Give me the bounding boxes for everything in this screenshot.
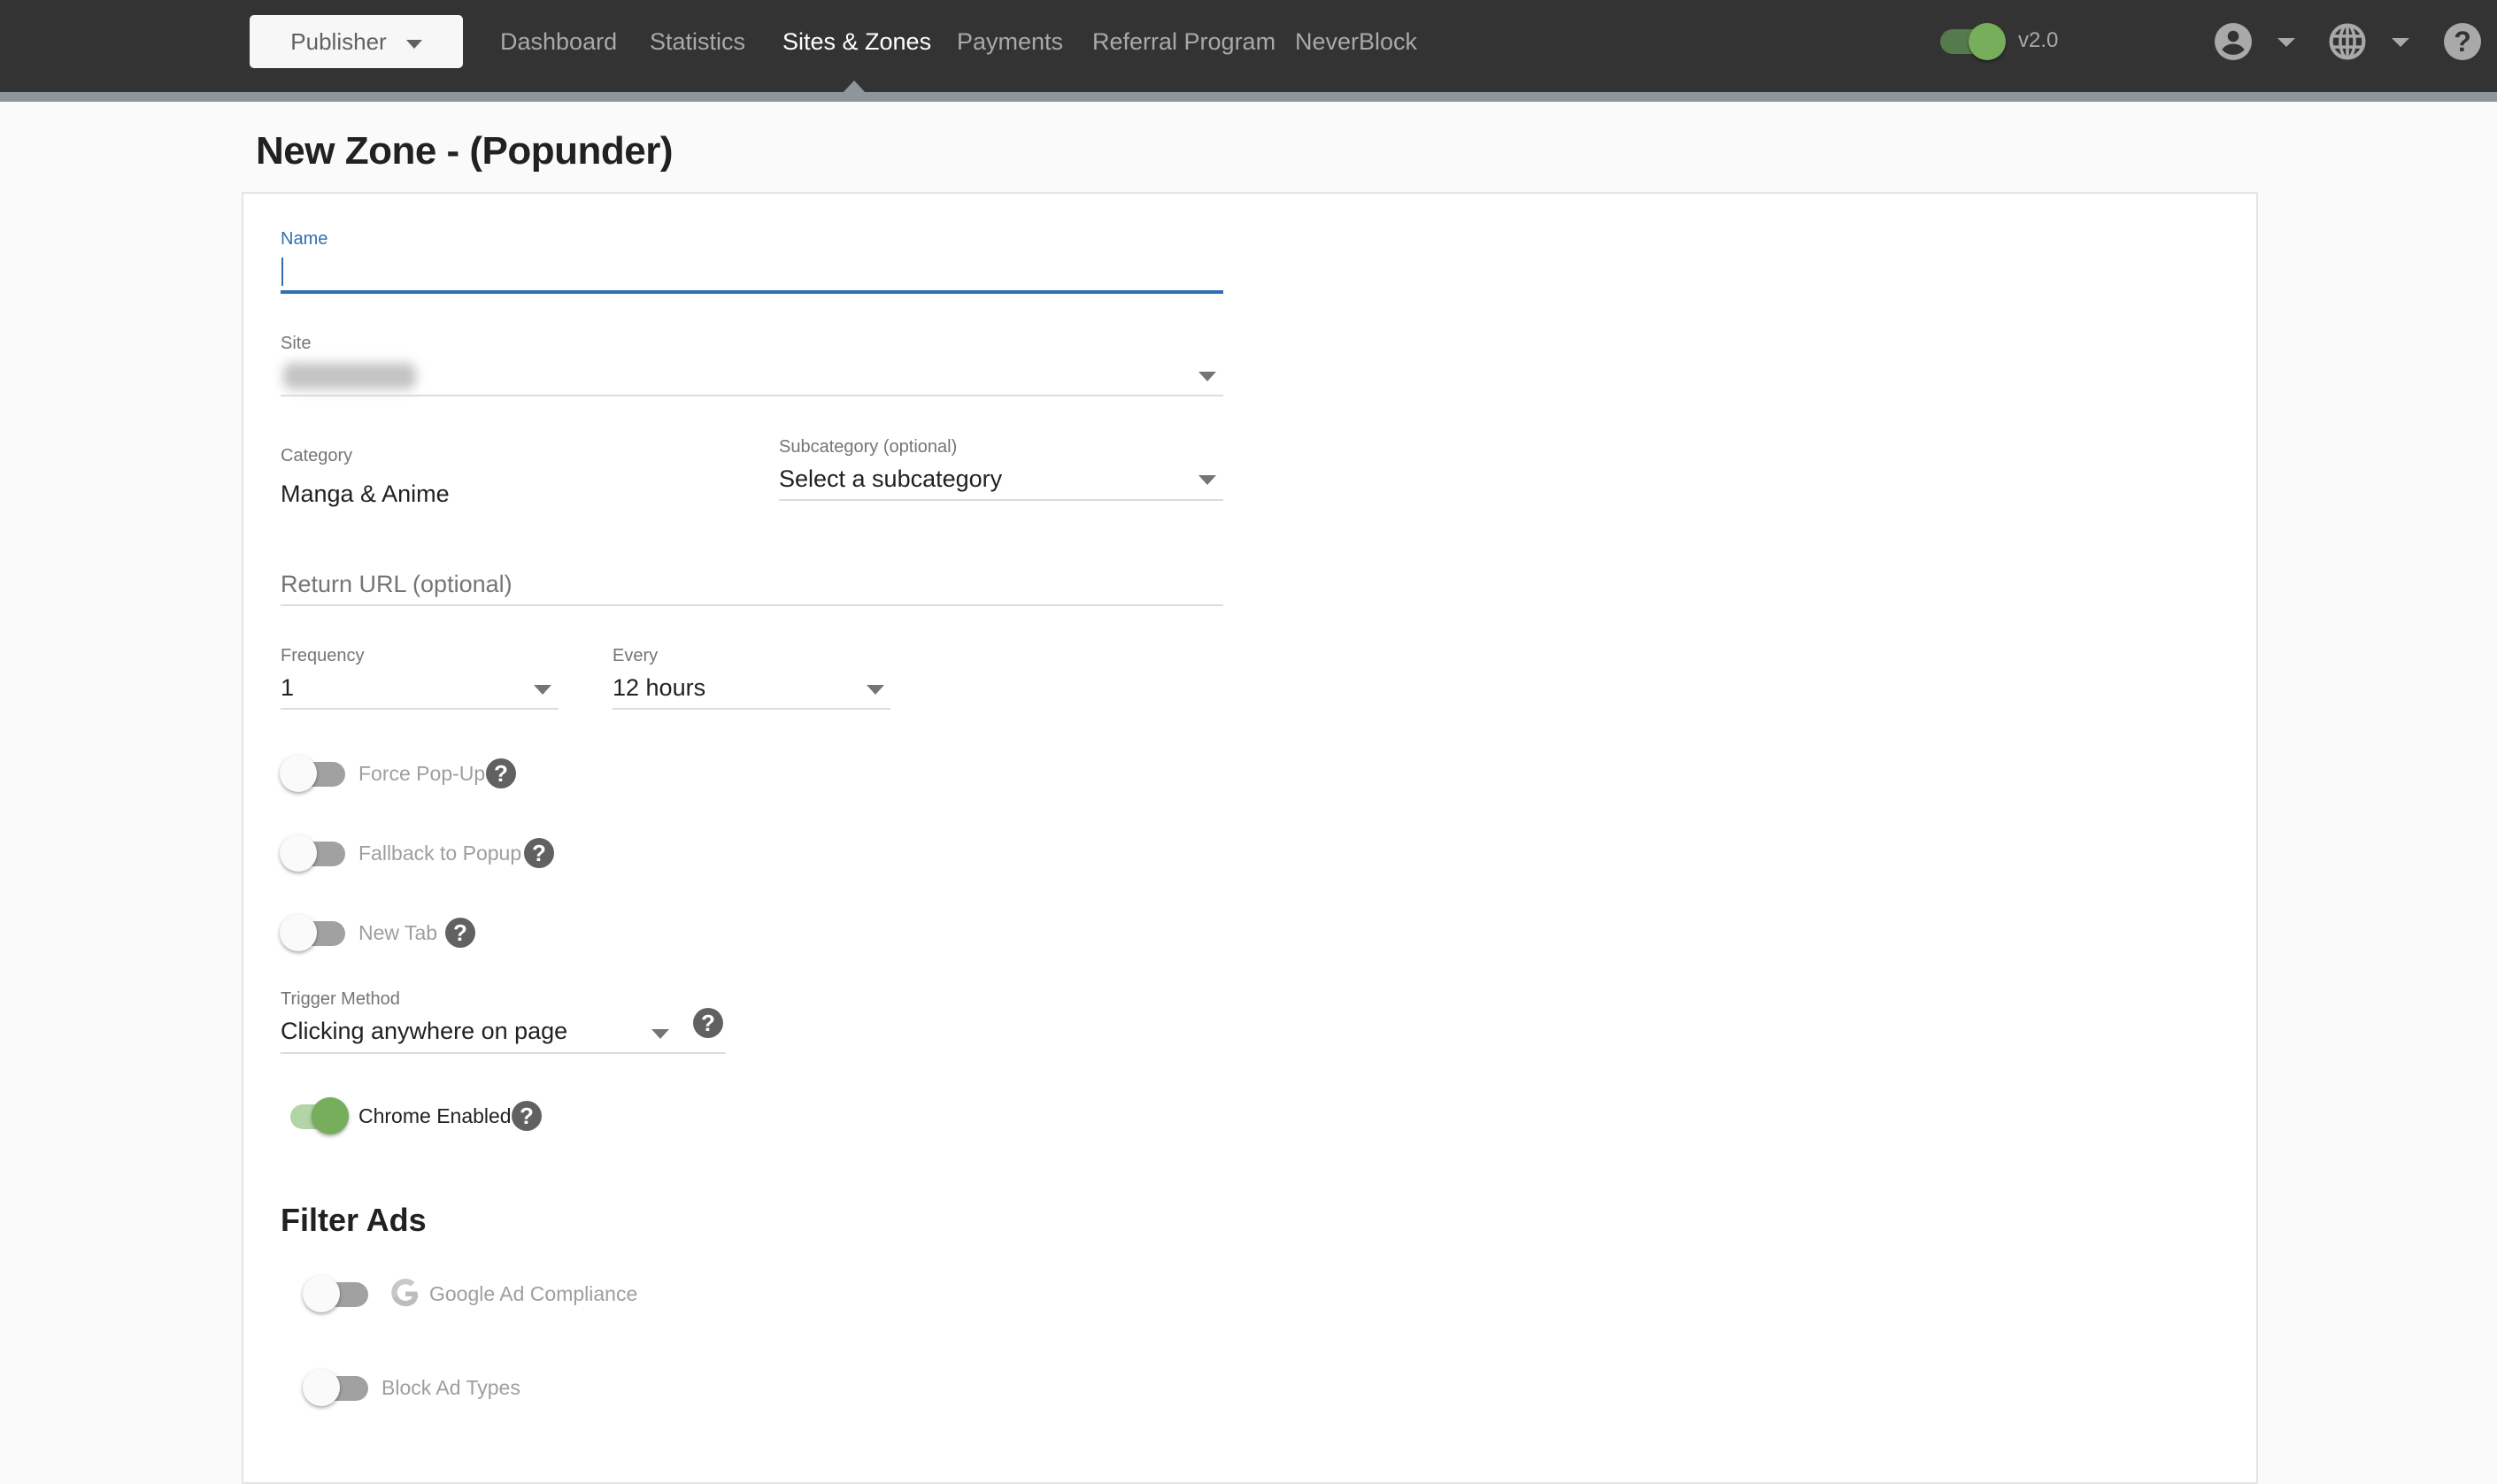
role-selector-label: Publisher	[290, 27, 387, 55]
every-underline	[613, 708, 890, 710]
name-underline	[281, 290, 1223, 294]
navbar-stripe	[0, 92, 2497, 102]
every-label: Every	[613, 646, 659, 665]
help-icon[interactable]: ?	[2444, 23, 2481, 60]
switch-knob	[280, 914, 317, 951]
version-toggle-knob	[1969, 23, 2006, 60]
return-url-placeholder: Return URL (optional)	[281, 571, 513, 597]
google-ad-compliance-label: Google Ad Compliance	[429, 1282, 638, 1305]
filter-ads-heading: Filter Ads	[281, 1202, 427, 1238]
name-input[interactable]	[281, 255, 1223, 288]
role-selector-button[interactable]: Publisher	[250, 15, 463, 68]
trigger-method-underline	[281, 1052, 726, 1054]
frequency-value: 1	[281, 674, 295, 701]
google-ad-compliance-switch[interactable]	[303, 1274, 370, 1313]
trigger-method-help-icon[interactable]: ?	[693, 1008, 723, 1038]
new-tab-switch[interactable]	[280, 913, 347, 952]
chevron-down-icon	[867, 685, 884, 695]
block-ad-types-switch[interactable]	[303, 1368, 370, 1407]
switch-knob	[280, 834, 317, 872]
fallback-popup-help-icon[interactable]: ?	[524, 838, 554, 868]
active-nav-indicator	[843, 81, 866, 93]
site-underline	[281, 395, 1223, 396]
switch-knob	[312, 1097, 349, 1134]
user-menu-caret-icon[interactable]	[2277, 38, 2295, 47]
nav-payments[interactable]: Payments	[957, 27, 1063, 57]
globe-icon[interactable]	[2329, 23, 2366, 60]
new-tab-help-icon[interactable]: ?	[445, 918, 475, 948]
chrome-enabled-help-icon[interactable]: ?	[512, 1101, 542, 1131]
nav-dashboard[interactable]: Dashboard	[500, 27, 617, 57]
category-label: Category	[281, 446, 353, 465]
nav-neverblock[interactable]: NeverBlock	[1295, 27, 1417, 57]
force-popup-label: Force Pop-Up	[358, 762, 486, 785]
category-value: Manga & Anime	[281, 481, 450, 507]
trigger-method-value: Clicking anywhere on page	[281, 1018, 568, 1044]
nav-sites-zones[interactable]: Sites & Zones	[782, 27, 931, 57]
chevron-down-icon	[1198, 372, 1216, 381]
chevron-down-icon	[534, 685, 551, 695]
text-cursor	[281, 258, 283, 286]
force-popup-help-icon[interactable]: ?	[486, 758, 516, 788]
page-title: New Zone - (Popunder)	[256, 129, 674, 173]
subcategory-label: Subcategory (optional)	[779, 437, 958, 457]
fallback-popup-label: Fallback to Popup	[358, 842, 522, 865]
site-label: Site	[281, 334, 312, 353]
switch-knob	[303, 1369, 340, 1406]
switch-knob	[280, 755, 317, 792]
every-value: 12 hours	[613, 674, 706, 701]
frequency-underline	[281, 708, 559, 710]
new-tab-label: New Tab	[358, 921, 438, 944]
block-ad-types-label: Block Ad Types	[381, 1376, 520, 1399]
chevron-down-icon	[651, 1029, 669, 1039]
language-menu-caret-icon[interactable]	[2392, 38, 2409, 47]
subcategory-underline	[779, 499, 1223, 501]
version-toggle[interactable]	[1938, 23, 2006, 60]
force-popup-switch[interactable]	[280, 754, 347, 793]
nav-statistics[interactable]: Statistics	[650, 27, 745, 57]
version-label: v2.0	[2018, 28, 2059, 52]
frequency-select[interactable]	[281, 671, 559, 710]
trigger-method-label: Trigger Method	[281, 989, 400, 1009]
google-g-icon	[391, 1279, 419, 1307]
name-label: Name	[281, 229, 328, 249]
chevron-down-icon	[405, 40, 422, 49]
nav-referral-program[interactable]: Referral Program	[1092, 27, 1275, 57]
frequency-label: Frequency	[281, 646, 365, 665]
return-url-underline	[281, 604, 1223, 606]
chevron-down-icon	[1198, 475, 1216, 485]
switch-knob	[303, 1275, 340, 1312]
subcategory-value: Select a subcategory	[779, 465, 1003, 492]
user-icon[interactable]	[2215, 23, 2252, 60]
site-value-redacted	[283, 363, 416, 389]
chrome-enabled-switch[interactable]	[280, 1096, 349, 1135]
fallback-popup-switch[interactable]	[280, 834, 347, 873]
chrome-enabled-label: Chrome Enabled	[358, 1104, 512, 1127]
site-select[interactable]	[281, 358, 1223, 396]
